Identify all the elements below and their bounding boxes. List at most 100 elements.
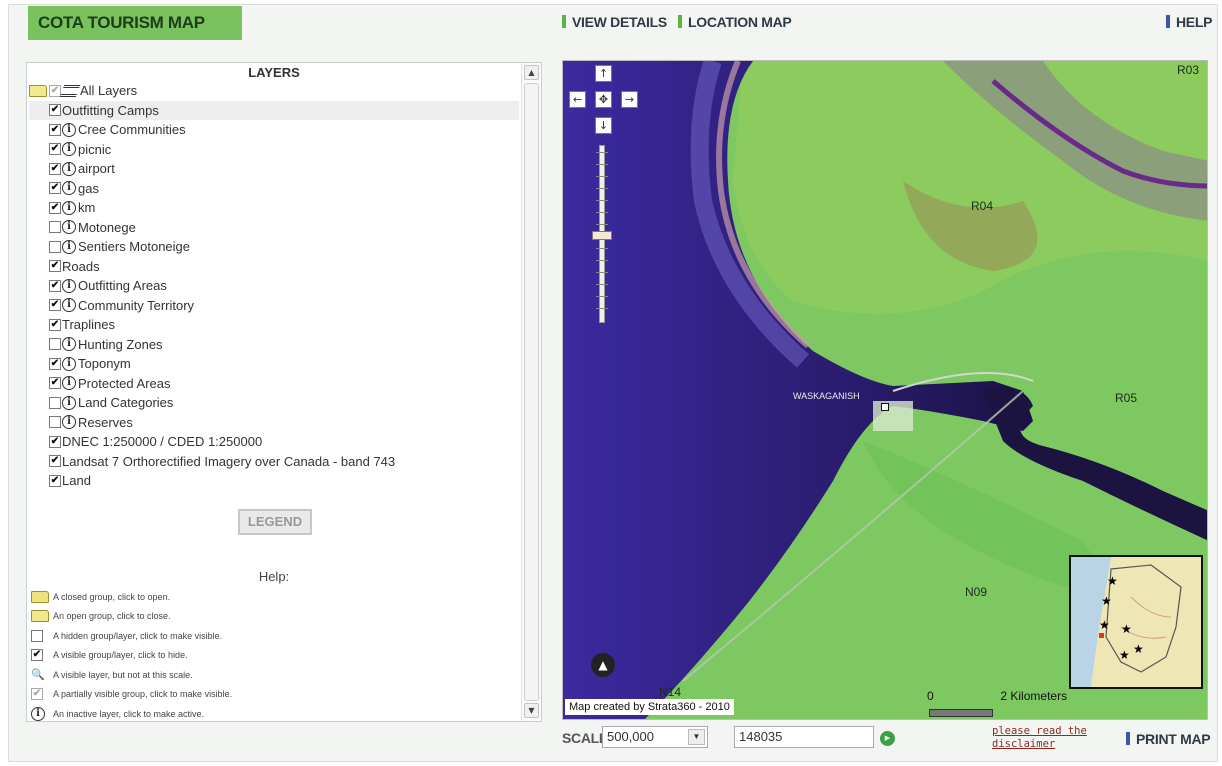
- help-title: Help:: [258, 569, 290, 584]
- info-icon[interactable]: i: [62, 142, 76, 157]
- zoom-handle[interactable]: [592, 231, 612, 240]
- layer-row[interactable]: Roads: [29, 257, 519, 277]
- pan-center-icon[interactable]: ✥: [595, 91, 612, 108]
- layer-row[interactable]: i Motonege: [29, 218, 519, 238]
- layer-row[interactable]: i Reserves: [29, 413, 519, 433]
- layer-label: Hunting Zones: [78, 336, 163, 352]
- layer-label: Outfitting Camps: [62, 102, 159, 118]
- info-icon[interactable]: i: [62, 161, 76, 176]
- layer-label: Protected Areas: [78, 375, 171, 391]
- layer-row[interactable]: iToponym: [29, 354, 519, 374]
- overview-map[interactable]: ★ ★ ★ ★ ★ ★: [1069, 555, 1203, 689]
- north-arrow-icon: ▲: [591, 653, 615, 677]
- map-view[interactable]: R03 R04 R05 N09 N14 WASKAGANISH ↑ ← ✥ → …: [562, 60, 1208, 720]
- layer-checkbox[interactable]: [49, 279, 61, 292]
- layer-checkbox[interactable]: [49, 474, 61, 487]
- layer-row[interactable]: DNEC 1:250000 / CDED 1:250000: [29, 432, 519, 452]
- layer-checkbox[interactable]: [49, 84, 61, 97]
- print-map-link[interactable]: PRINT MAP: [1126, 731, 1211, 747]
- layer-checkbox[interactable]: [49, 260, 61, 273]
- layer-row[interactable]: All Layers: [29, 81, 519, 101]
- disclaimer-link[interactable]: please read the disclaimer: [992, 725, 1092, 751]
- layer-checkbox[interactable]: [49, 162, 61, 175]
- layers-scrollbar[interactable]: ▲ ▼: [521, 63, 541, 721]
- layer-row[interactable]: Land: [29, 471, 519, 491]
- layer-checkbox[interactable]: [49, 299, 61, 312]
- layer-row[interactable]: ikm: [29, 198, 519, 218]
- map-label-town: WASKAGANISH: [793, 391, 860, 401]
- pan-north-icon[interactable]: ↑: [595, 65, 612, 82]
- layer-row[interactable]: iOutfitting Areas: [29, 276, 519, 296]
- layer-row[interactable]: i Sentiers Motoneige: [29, 237, 519, 257]
- layer-checkbox[interactable]: [49, 377, 61, 390]
- info-icon[interactable]: i: [62, 200, 76, 215]
- layer-row[interactable]: iProtected Areas: [29, 374, 519, 394]
- info-icon[interactable]: i: [62, 337, 76, 352]
- help-row: A visible group/layer, click to hide.: [31, 646, 511, 666]
- layer-row[interactable]: Outfitting Camps: [29, 100, 519, 120]
- pan-west-icon[interactable]: ←: [569, 91, 586, 108]
- info-icon[interactable]: i: [62, 376, 76, 391]
- chevron-down-icon[interactable]: ▼: [688, 729, 705, 745]
- layer-checkbox[interactable]: [49, 143, 61, 156]
- layer-row[interactable]: iCommunity Territory: [29, 296, 519, 316]
- layer-row[interactable]: Traplines: [29, 315, 519, 335]
- layer-row[interactable]: i Land Categories: [29, 393, 519, 413]
- legend-button[interactable]: LEGEND: [238, 509, 312, 535]
- help-list: A closed group, click to open. An open gr…: [31, 587, 511, 721]
- app-title: COTA TOURISM MAP: [28, 6, 242, 40]
- layer-row[interactable]: iCree Communities: [29, 120, 519, 140]
- town-marker-icon[interactable]: [881, 403, 889, 411]
- scroll-thumb[interactable]: [524, 83, 539, 701]
- pan-south-icon[interactable]: ↓: [595, 117, 612, 134]
- svg-text:★: ★: [1119, 648, 1130, 662]
- scale-select[interactable]: 500,000 ▼: [602, 726, 708, 748]
- info-icon[interactable]: i: [62, 239, 76, 254]
- layer-checkbox[interactable]: [49, 435, 61, 448]
- info-icon[interactable]: i: [62, 220, 76, 235]
- info-icon[interactable]: i: [62, 181, 76, 196]
- layer-row[interactable]: i Hunting Zones: [29, 335, 519, 355]
- layer-label: Outfitting Areas: [78, 278, 167, 294]
- closed-folder-icon: [31, 590, 49, 603]
- help-link[interactable]: HELP: [1166, 14, 1212, 30]
- layer-row[interactable]: igas: [29, 179, 519, 199]
- layer-checkbox[interactable]: [49, 201, 61, 214]
- layer-label: DNEC 1:250000 / CDED 1:250000: [62, 434, 263, 450]
- layer-checkbox[interactable]: [49, 123, 61, 136]
- layer-row[interactable]: Landsat 7 Orthorectified Imagery over Ca…: [29, 452, 519, 472]
- scalebar-distance: 2 Kilometers: [1000, 689, 1068, 703]
- open-folder-icon[interactable]: [29, 84, 47, 97]
- scalebar-zero: 0: [927, 689, 934, 703]
- layer-label: Landsat 7 Orthorectified Imagery over Ca…: [62, 453, 396, 469]
- info-icon[interactable]: i: [62, 356, 76, 371]
- layer-row[interactable]: iairport: [29, 159, 519, 179]
- location-map-link[interactable]: LOCATION MAP: [678, 14, 792, 30]
- layer-label: Land Categories: [78, 395, 174, 411]
- help-text: A partially visible group, click to make…: [53, 689, 233, 700]
- layer-checkbox[interactable]: [49, 357, 61, 370]
- info-icon[interactable]: i: [62, 278, 76, 293]
- info-icon[interactable]: i: [62, 395, 76, 410]
- info-icon[interactable]: i: [62, 122, 76, 137]
- help-text: A visible layer, but not at this scale.: [53, 669, 193, 680]
- link-bar-icon: [1166, 15, 1170, 28]
- layer-checkbox[interactable]: [49, 182, 61, 195]
- info-icon[interactable]: i: [62, 415, 76, 430]
- go-button[interactable]: ▶: [880, 731, 895, 746]
- layer-checkbox[interactable]: [49, 240, 61, 253]
- layer-checkbox[interactable]: [49, 338, 61, 351]
- layer-checkbox[interactable]: [49, 221, 61, 234]
- scroll-up-icon[interactable]: ▲: [524, 65, 539, 80]
- layer-checkbox[interactable]: [49, 455, 61, 468]
- layer-checkbox[interactable]: [49, 318, 61, 331]
- scale-input[interactable]: 148035: [734, 726, 874, 748]
- scroll-down-icon[interactable]: ▼: [524, 703, 539, 718]
- layer-checkbox[interactable]: [49, 396, 61, 409]
- layer-checkbox[interactable]: [49, 416, 61, 429]
- view-details-link[interactable]: VIEW DETAILS: [562, 14, 667, 30]
- layer-row[interactable]: ipicnic: [29, 140, 519, 160]
- layer-checkbox[interactable]: [49, 104, 61, 117]
- pan-east-icon[interactable]: →: [621, 91, 638, 108]
- info-icon[interactable]: i: [62, 298, 76, 313]
